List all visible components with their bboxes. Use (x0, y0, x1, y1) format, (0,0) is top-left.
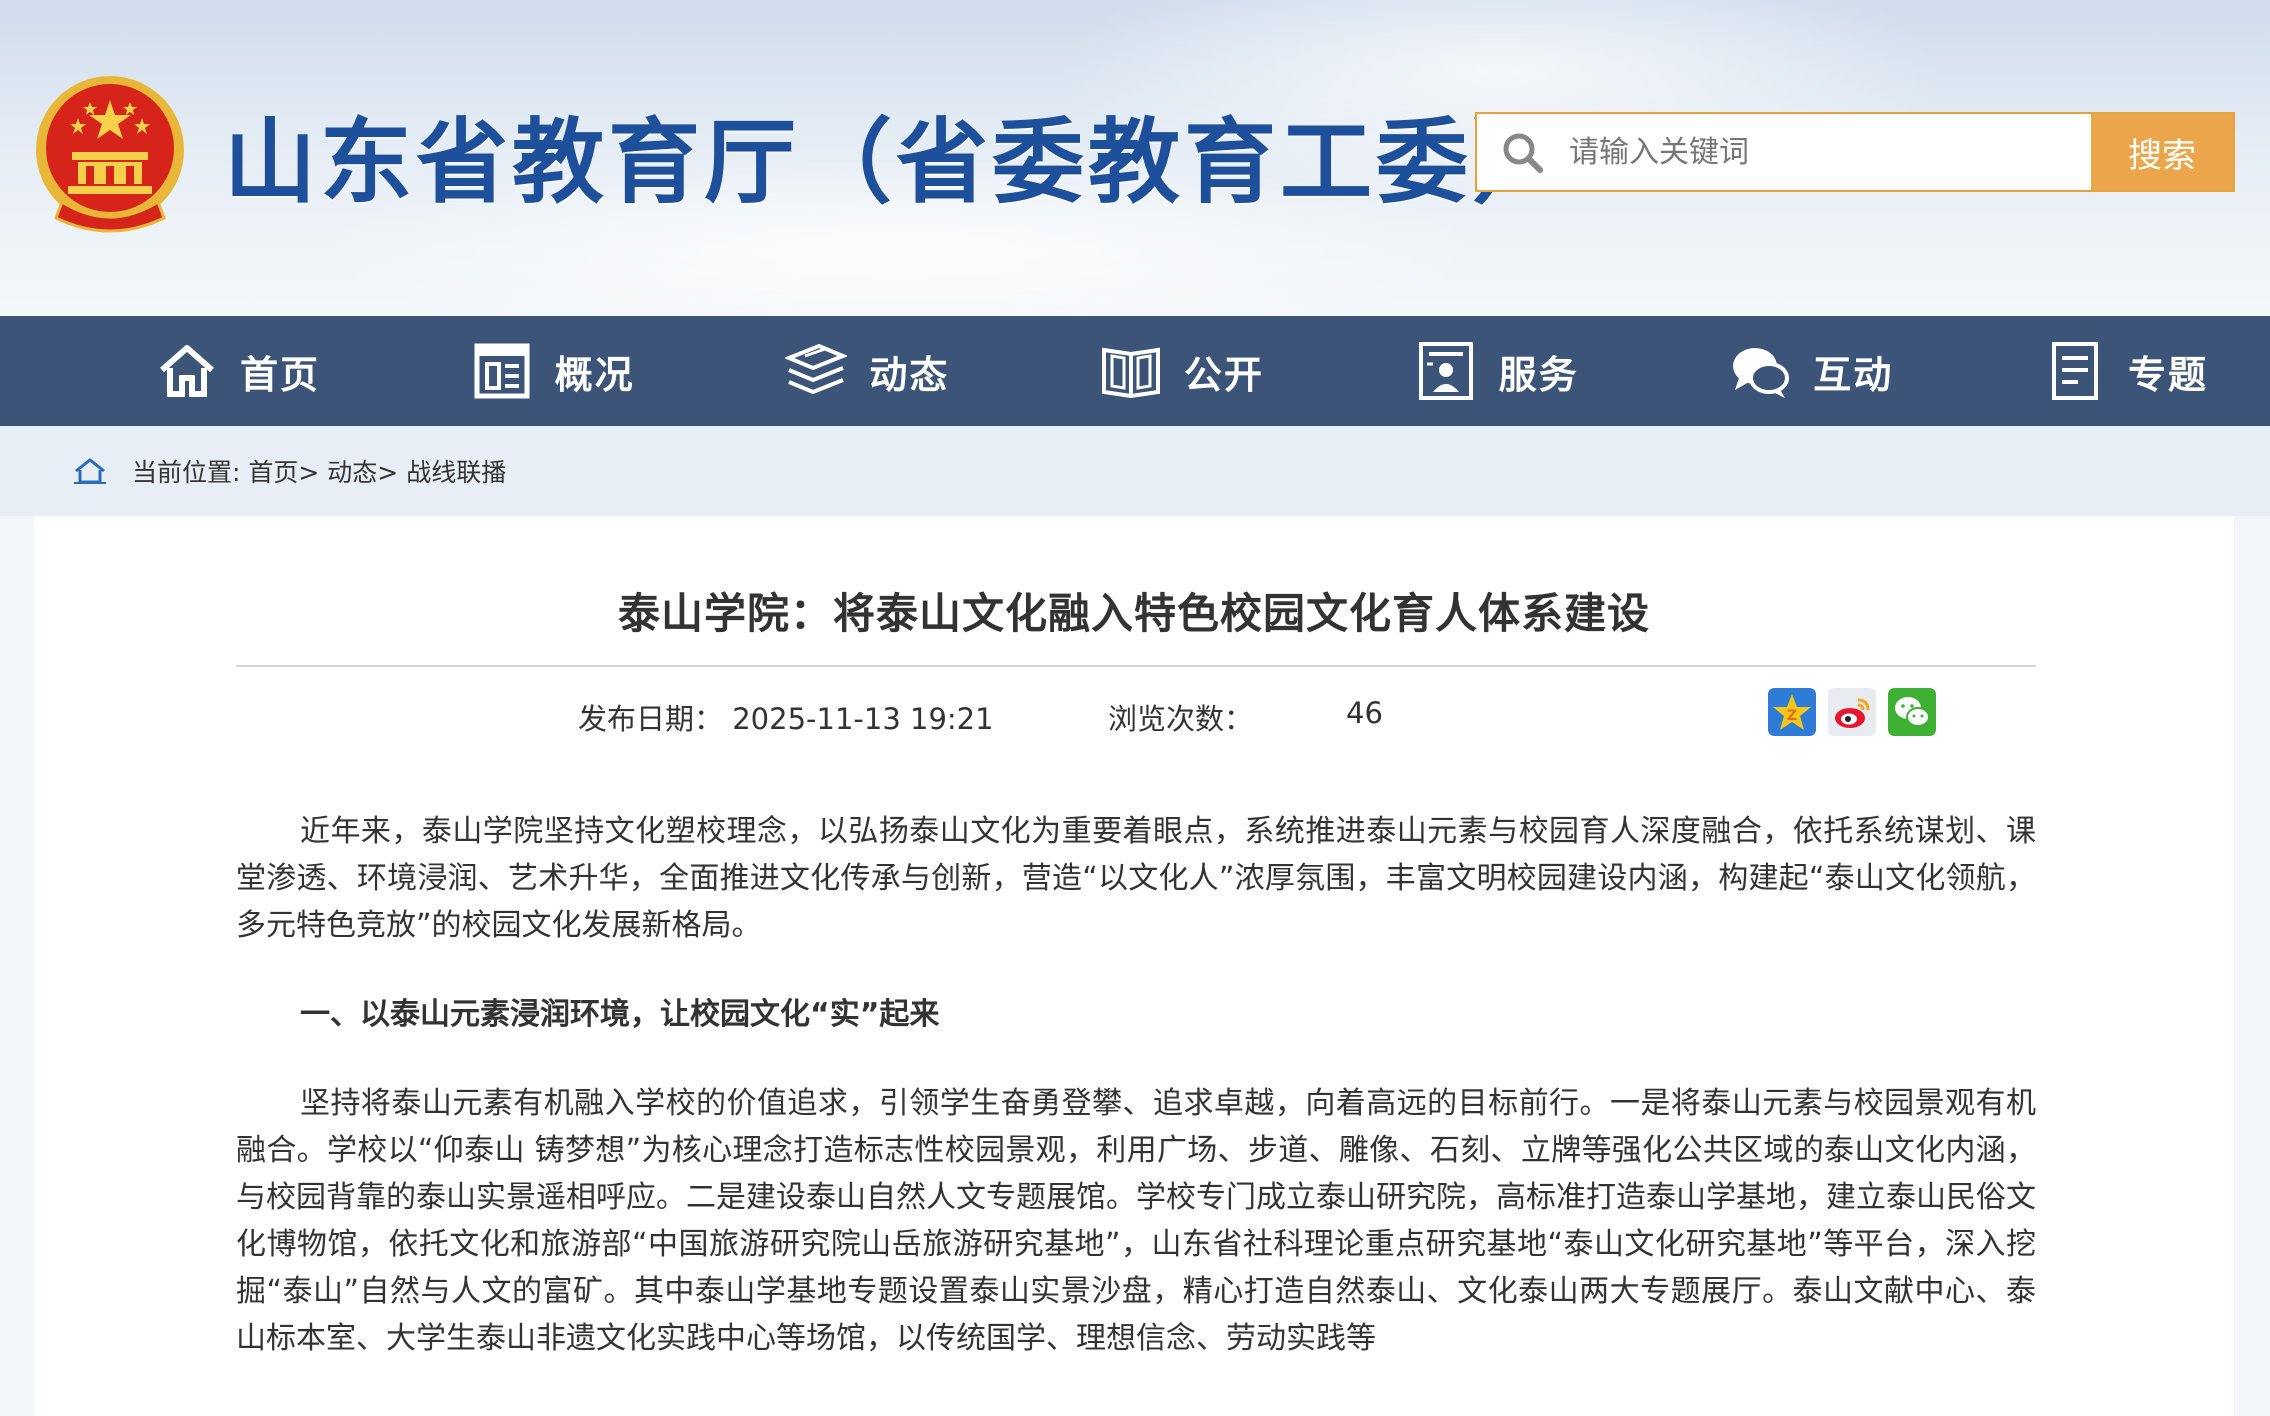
breadcrumb-link-home[interactable]: 首页> (248, 453, 319, 489)
breadcrumb-prefix: 当前位置: (132, 458, 241, 487)
breadcrumb-home-icon (74, 458, 106, 484)
article-body: 近年来，泰山学院坚持文化塑校理念，以弘扬泰山文化为重要着眼点，系统推进泰山元素与… (236, 808, 2036, 1404)
breadcrumb-link-current[interactable]: 战线联播 (406, 453, 506, 489)
open-book-icon (1101, 347, 1160, 399)
nav-label: 概况 (554, 352, 635, 397)
breadcrumb: 当前位置: 首页> 动态> 战线联播 (0, 426, 2270, 516)
news-stack-icon (785, 343, 848, 395)
weibo-icon[interactable] (1828, 688, 1876, 736)
article-section-heading: 一、以泰山元素浸润环境，让校园文化“实”起来 (300, 997, 940, 1032)
home-icon (160, 345, 214, 397)
publish-date: 2025-11-13 19:21 (732, 702, 994, 736)
article-meta: 发布日期： 2025-11-13 19:21 浏览次数： 46 Z (34, 688, 2234, 744)
svg-text:Z: Z (1787, 708, 1797, 724)
national-emblem-icon[interactable] (32, 72, 188, 236)
article-panel: 泰山学院：将泰山文化融入特色校园文化育人体系建设 发布日期： 2025-11-1… (34, 516, 2234, 1416)
nav-item-service[interactable]: 服务 (1415, 340, 1579, 402)
article-paragraph: 坚持将泰山元素有机融入学校的价值追求，引领学生奋勇登攀、追求卓越，向着高远的目标… (236, 1086, 2036, 1356)
wechat-icon[interactable] (1888, 688, 1936, 736)
views-count: 46 (1346, 696, 1383, 730)
search-button[interactable]: 搜索 (2091, 114, 2233, 190)
nav-label: 互动 (1813, 352, 1894, 397)
nav-item-open[interactable]: 公开 (1100, 340, 1264, 402)
main-nav: 首页 概况 动态 公开 服务 互动 专题 (0, 316, 2270, 426)
nav-label: 动态 (869, 352, 950, 397)
site-header: 山东省教育厅（省委教育工委） 搜索 (0, 0, 2270, 316)
nav-item-topics[interactable]: 专题 (2044, 340, 2208, 402)
document-icon (2051, 342, 2098, 400)
article-paragraph: 近年来，泰山学院坚持文化塑校理念，以弘扬泰山文化为重要着眼点，系统推进泰山元素与… (236, 814, 2036, 943)
publish-label: 发布日期： (578, 702, 724, 736)
nav-item-home[interactable]: 首页 (156, 340, 320, 402)
chat-bubble-icon (1733, 348, 1790, 398)
views-label: 浏览次数： (1108, 702, 1254, 736)
nav-label: 公开 (1183, 352, 1264, 397)
search-box: 搜索 (1475, 112, 2235, 192)
share-bar: Z (1768, 688, 1936, 736)
publish-info: 发布日期： 2025-11-13 19:21 (578, 696, 994, 738)
nav-item-overview[interactable]: 概况 (471, 340, 635, 402)
search-icon (1477, 114, 1567, 190)
search-input[interactable] (1567, 114, 2091, 190)
site-title: 山东省教育厅（省委教育工委） (224, 109, 1569, 216)
service-icon (1418, 342, 1473, 400)
qzone-icon[interactable]: Z (1768, 688, 1816, 736)
overview-icon (474, 343, 530, 399)
nav-label: 专题 (2127, 352, 2208, 397)
nav-item-interaction[interactable]: 互动 (1729, 340, 1893, 402)
nav-label: 首页 (240, 352, 321, 397)
article-title: 泰山学院：将泰山文化融入特色校园文化育人体系建设 (617, 589, 1650, 638)
title-divider (236, 665, 2036, 667)
nav-item-news[interactable]: 动态 (785, 340, 949, 402)
breadcrumb-link-news[interactable]: 动态> (327, 453, 398, 489)
nav-label: 服务 (1498, 352, 1579, 397)
